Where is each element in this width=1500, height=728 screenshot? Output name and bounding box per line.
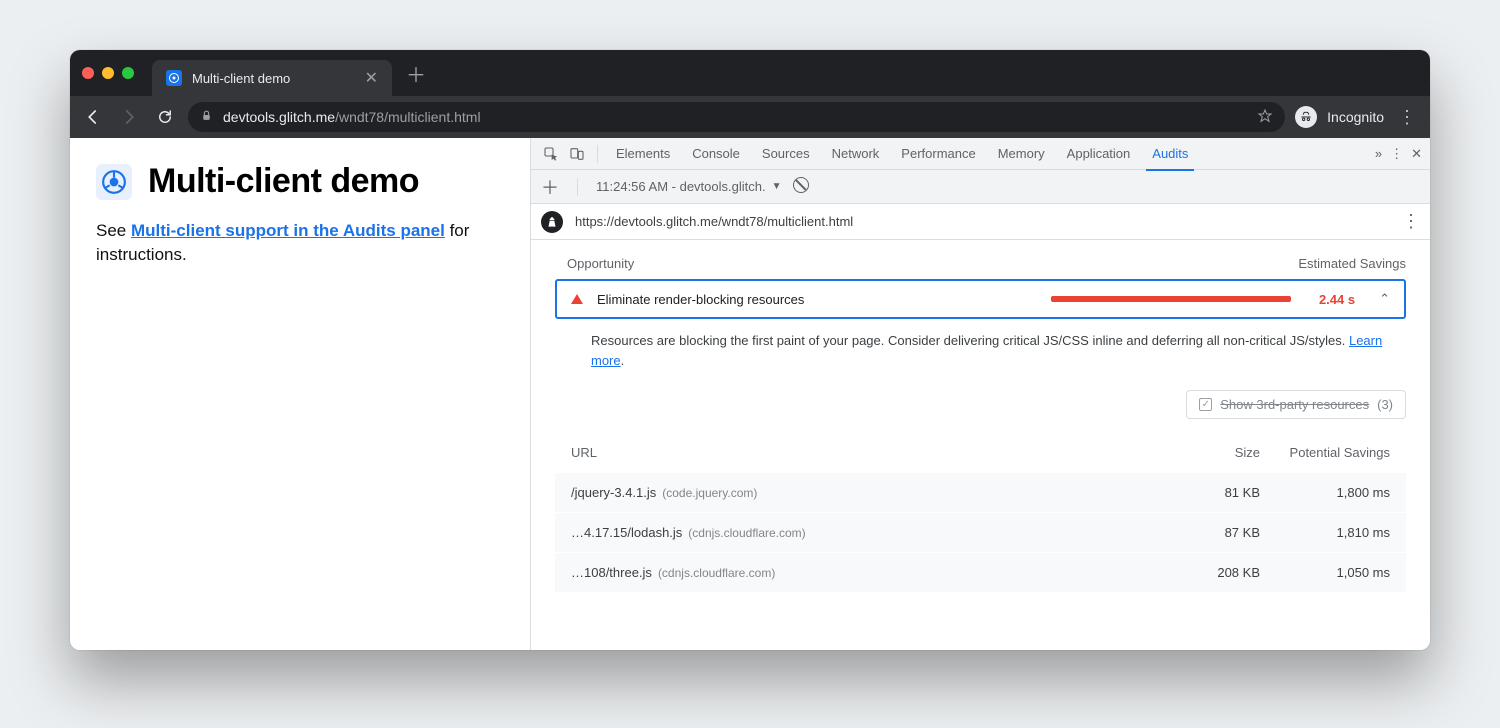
- tab-elements[interactable]: Elements: [606, 138, 680, 170]
- opportunity-title: Eliminate render-blocking resources: [597, 292, 804, 307]
- bookmark-icon[interactable]: [1257, 108, 1273, 127]
- incognito-icon: [1295, 106, 1317, 128]
- opportunity-value: 2.44 s: [1319, 292, 1355, 307]
- page-content: Multi-client demo See Multi-client suppo…: [70, 138, 530, 650]
- opportunity-row[interactable]: Eliminate render-blocking resources 2.44…: [555, 279, 1406, 319]
- new-tab-button[interactable]: ＋: [406, 59, 426, 88]
- fail-triangle-icon: [571, 294, 583, 304]
- instructions-link[interactable]: Multi-client support in the Audits panel: [131, 221, 445, 240]
- page-title: Multi-client demo: [96, 162, 504, 201]
- audits-toolbar: ＋ 11:24:56 AM - devtools.glitch.▼: [531, 170, 1430, 204]
- table-row: /jquery-3.4.1.js(code.jquery.com) 81 KB …: [555, 472, 1406, 512]
- opportunity-header: Opportunity: [567, 256, 634, 271]
- col-url: URL: [571, 445, 1150, 460]
- incognito-label: Incognito: [1327, 109, 1384, 125]
- audited-url: https://devtools.glitch.me/wndt78/multic…: [575, 214, 853, 229]
- audited-url-row: https://devtools.glitch.me/wndt78/multic…: [531, 204, 1430, 240]
- audit-run-selector[interactable]: 11:24:56 AM - devtools.glitch.▼: [596, 179, 781, 194]
- chrome-logo-icon: [96, 164, 132, 200]
- checkbox-icon[interactable]: ✓: [1199, 398, 1212, 411]
- inspect-element-icon[interactable]: [539, 142, 563, 166]
- tab-audits[interactable]: Audits: [1142, 138, 1198, 170]
- col-savings: Potential Savings: [1260, 445, 1390, 460]
- audits-report: Opportunity Estimated Savings Eliminate …: [531, 240, 1430, 650]
- new-audit-button[interactable]: ＋: [541, 174, 559, 200]
- forward-button: [116, 104, 142, 130]
- devtools-panel: Elements Console Sources Network Perform…: [530, 138, 1430, 650]
- tab-memory[interactable]: Memory: [988, 138, 1055, 170]
- back-button[interactable]: [80, 104, 106, 130]
- close-window-icon[interactable]: [82, 67, 94, 79]
- more-tabs-icon[interactable]: »: [1375, 146, 1382, 161]
- table-row: …4.17.15/lodash.js(cdnjs.cloudflare.com)…: [555, 512, 1406, 552]
- clear-audit-icon[interactable]: [793, 177, 809, 196]
- close-devtools-icon[interactable]: ✕: [1411, 146, 1422, 162]
- browser-toolbar: devtools.glitch.me/wndt78/multiclient.ht…: [70, 96, 1430, 138]
- third-party-toggle[interactable]: ✓ Show 3rd-party resources (3): [1186, 390, 1406, 419]
- close-tab-icon[interactable]: ✕: [365, 68, 378, 88]
- tab-favicon: [166, 70, 182, 86]
- resources-table: URL Size Potential Savings /jquery-3.4.1…: [555, 433, 1406, 592]
- tab-sources[interactable]: Sources: [752, 138, 820, 170]
- tab-performance[interactable]: Performance: [891, 138, 985, 170]
- devtools-tabbar: Elements Console Sources Network Perform…: [531, 138, 1430, 170]
- col-size: Size: [1150, 445, 1260, 460]
- opportunity-bar: [1051, 296, 1291, 302]
- devtools-menu-button[interactable]: ⋮: [1390, 146, 1403, 162]
- page-body: See Multi-client support in the Audits p…: [96, 219, 504, 267]
- minimize-window-icon[interactable]: [102, 67, 114, 79]
- opportunity-description: Resources are blocking the first paint o…: [531, 319, 1430, 382]
- maximize-window-icon[interactable]: [122, 67, 134, 79]
- tab-application[interactable]: Application: [1057, 138, 1141, 170]
- browser-tab[interactable]: Multi-client demo ✕: [152, 60, 392, 96]
- url-text: devtools.glitch.me/wndt78/multiclient.ht…: [223, 109, 481, 125]
- lighthouse-icon: [541, 211, 563, 233]
- browser-menu-button[interactable]: ⋮: [1394, 107, 1420, 128]
- chevron-up-icon[interactable]: ⌃: [1379, 291, 1390, 307]
- table-row: …108/three.js(cdnjs.cloudflare.com) 208 …: [555, 552, 1406, 592]
- window-controls: [82, 67, 134, 79]
- address-bar[interactable]: devtools.glitch.me/wndt78/multiclient.ht…: [188, 102, 1285, 132]
- lock-icon: [200, 109, 213, 125]
- browser-window: Multi-client demo ✕ ＋ devtools.glitch.m: [70, 50, 1430, 650]
- device-toolbar-icon[interactable]: [565, 142, 589, 166]
- audit-more-icon[interactable]: ⋮: [1402, 211, 1420, 232]
- tab-console[interactable]: Console: [682, 138, 750, 170]
- estimated-savings-header: Estimated Savings: [1298, 256, 1406, 271]
- tab-title: Multi-client demo: [192, 71, 290, 86]
- tab-network[interactable]: Network: [822, 138, 890, 170]
- reload-button[interactable]: [152, 104, 178, 130]
- tab-strip: Multi-client demo ✕ ＋: [70, 50, 1430, 96]
